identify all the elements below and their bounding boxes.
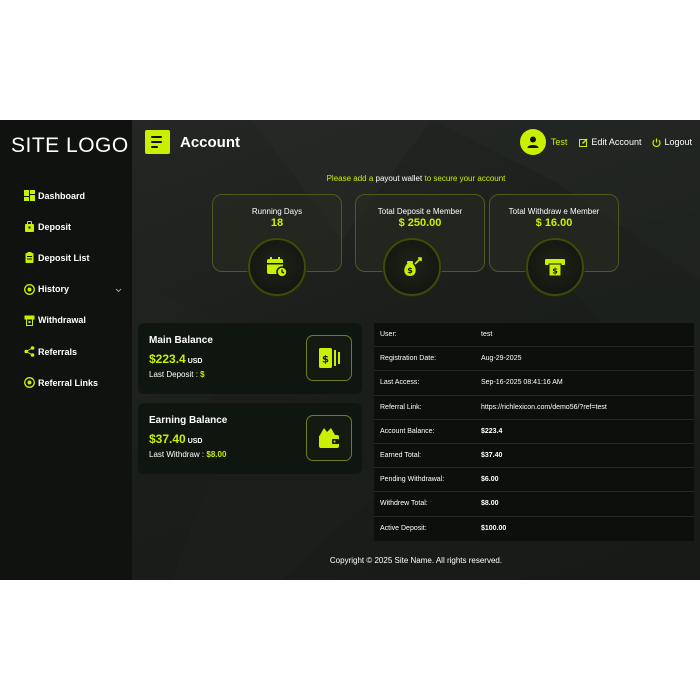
logout-label: Logout <box>664 137 692 147</box>
money-bag-icon: $ <box>383 238 441 296</box>
payout-wallet-notice: Please add a payout wallet to secure you… <box>132 174 700 183</box>
sidebar-item-label: Withdrawal <box>38 315 86 326</box>
table-row: User: test <box>374 323 694 348</box>
stat-value: 18 <box>270 217 284 229</box>
wallet-cash-icon: $ <box>306 335 352 381</box>
sidebar-item-withdrawal[interactable]: Withdrawal <box>0 305 132 336</box>
stat-value: $ 16.00 <box>535 217 573 229</box>
notice-text: to secure your account <box>424 174 506 183</box>
stat-label: Running Days <box>251 207 303 216</box>
user-icon <box>527 136 539 148</box>
edit-icon <box>579 138 588 147</box>
sidebar-item-label: History <box>38 284 70 295</box>
sidebar-item-deposit-list[interactable]: Deposit List <box>0 242 132 273</box>
row-value: $6.00 <box>481 476 499 484</box>
row-value: $223.4 <box>481 427 503 435</box>
sidebar: SITE LOGO Dashboard Deposit Deposit List <box>0 120 132 580</box>
svg-text:$: $ <box>322 355 329 366</box>
row-key: Pending Withdrawal: <box>380 476 445 484</box>
app-window: SITE LOGO Dashboard Deposit Deposit List <box>0 120 700 580</box>
sidebar-item-label: Deposit List <box>38 252 90 263</box>
sidebar-item-label: Dashboard <box>38 190 86 201</box>
menu-bar <box>151 141 162 143</box>
last-withdraw-value: $8.00 <box>206 450 227 459</box>
currency-label: USD <box>187 358 203 365</box>
table-row: Withdrew Total: $8.00 <box>374 492 694 517</box>
chevron-down-icon[interactable] <box>115 285 122 295</box>
last-withdraw-label: Last Withdraw : <box>149 450 205 459</box>
link-icon <box>24 377 35 389</box>
table-row: Registration Date: Aug-29-2025 <box>374 347 694 372</box>
menu-bar <box>151 136 162 138</box>
stat-value: $ 250.00 <box>398 217 442 229</box>
avatar[interactable] <box>519 129 546 155</box>
share-icon <box>24 346 35 357</box>
table-row: Earned Total: $37.40 <box>374 444 694 469</box>
last-deposit-value: $ <box>200 370 205 379</box>
main-content: Account Test Edit Account Logout Please … <box>132 120 700 580</box>
sidebar-item-label: Deposit <box>38 221 72 232</box>
row-key: User: <box>380 331 397 339</box>
row-key: Account Balance: <box>380 427 435 435</box>
svg-text:$: $ <box>552 267 558 276</box>
row-key: Referral Link: <box>380 403 422 411</box>
sidebar-item-dashboard[interactable]: Dashboard <box>0 180 132 211</box>
main-balance-card: Main Balance $223.4 USD Last Deposit : $ … <box>138 323 362 394</box>
edit-account-label: Edit Account <box>591 137 642 147</box>
notice-text: Please add a <box>326 174 374 183</box>
row-key: Last Access: <box>380 379 420 387</box>
row-value: Aug-29-2025 <box>481 355 522 363</box>
row-key: Registration Date: <box>380 355 437 363</box>
dashboard-icon <box>24 190 35 202</box>
row-key: Active Deposit: <box>380 525 427 533</box>
clipboard-icon <box>24 252 35 264</box>
sidebar-item-referrals[interactable]: Referrals <box>0 336 132 367</box>
footer-copyright: Copyright © 2025 Site Name. All rights r… <box>329 556 503 565</box>
edit-account-link[interactable]: Edit Account <box>579 137 641 147</box>
user-menu: Test Edit Account Logout <box>519 129 692 155</box>
row-value: $37.40 <box>481 452 503 460</box>
currency-label: USD <box>187 438 203 445</box>
account-info-table: User: test Registration Date: Aug-29-2025 La… <box>374 323 694 541</box>
row-value: test <box>481 331 493 339</box>
balance-value: $37.40 <box>149 432 186 446</box>
balance-value: $223.4 <box>149 352 186 366</box>
username-label[interactable]: Test <box>551 137 568 147</box>
row-value: https://richlexicon.com/demo56/?ref=test <box>481 403 607 411</box>
table-row: Pending Withdrawal: $6.00 <box>374 468 694 493</box>
power-icon <box>652 138 662 147</box>
row-key: Earned Total: <box>380 452 422 460</box>
menu-bar <box>151 146 158 148</box>
sidebar-item-history[interactable]: History <box>0 274 132 305</box>
sidebar-item-label: Referral Links <box>38 377 99 388</box>
payout-wallet-link[interactable]: payout wallet <box>376 174 423 183</box>
page-title: Account <box>180 134 240 151</box>
row-value: $100.00 <box>481 525 507 533</box>
row-value: $8.00 <box>481 500 499 508</box>
calendar-clock-icon <box>248 238 306 296</box>
table-row: Account Balance: $223.4 <box>374 420 694 444</box>
site-logo[interactable]: SITE LOGO <box>11 134 129 158</box>
sidebar-item-label: Referrals <box>38 346 78 357</box>
row-value: Sep-16-2025 08:41:16 AM <box>481 379 563 387</box>
stat-label: Total Deposit e Member <box>377 207 463 216</box>
earning-balance-card: Earning Balance $37.40 USD Last Withdraw … <box>138 403 362 474</box>
table-row: Last Access: Sep-16-2025 08:41:16 AM <box>374 371 694 396</box>
history-icon <box>24 283 35 295</box>
last-deposit-label: Last Deposit : <box>149 370 198 379</box>
sidebar-item-deposit[interactable]: Deposit <box>0 211 132 242</box>
deposit-bag-icon <box>24 221 35 233</box>
withdraw-icon <box>24 315 35 326</box>
atm-withdraw-icon: $ <box>526 238 584 296</box>
menu-toggle-button[interactable] <box>145 130 170 154</box>
stat-label: Total Withdraw e Member <box>508 207 600 216</box>
svg-text:$: $ <box>407 266 413 275</box>
earning-wallet-icon <box>306 415 352 461</box>
sidebar-item-referral-links[interactable]: Referral Links <box>0 367 132 398</box>
table-row: Active Deposit: $100.00 <box>374 517 694 541</box>
row-key: Withdrew Total: <box>380 500 428 508</box>
sidebar-nav: Dashboard Deposit Deposit List History W… <box>0 180 132 398</box>
logout-link[interactable]: Logout <box>652 137 692 147</box>
table-row: Referral Link: https://richlexicon.com/de… <box>374 396 694 420</box>
